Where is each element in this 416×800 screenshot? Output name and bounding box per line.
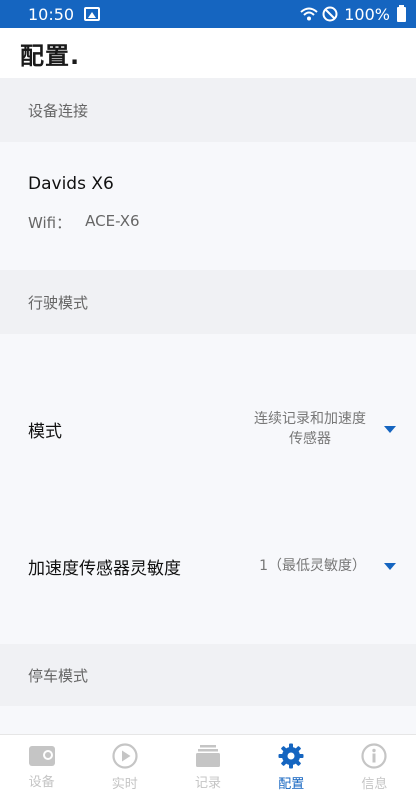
driving-settings (0, 334, 416, 644)
nav-item-info[interactable]: 信息 (333, 735, 416, 800)
section-title-driving: 行驶模式 (28, 293, 89, 312)
status-time: 10:50 (28, 4, 75, 24)
sensitivity-value: 1（最低灵敏度） (259, 558, 366, 574)
status-right: 100% (300, 4, 406, 24)
section-title-device: 设备连接 (28, 101, 89, 120)
nav-item-device[interactable]: 设备 (0, 735, 83, 800)
page-title: 配置. (20, 41, 81, 70)
nav-item-live[interactable]: 实时 (83, 735, 166, 800)
app-header: 配置. (0, 28, 416, 78)
device-icon (28, 746, 55, 766)
status-bar: 10:50 100% (0, 0, 416, 28)
nav-item-config[interactable]: 配置 (250, 735, 333, 800)
section-header-parking: 停车模式 (0, 644, 416, 706)
bottom-nav: 设备 实时 记录 配置 信息 (0, 734, 416, 800)
records-icon (196, 745, 220, 767)
wifi-value: ACE-X6 (85, 212, 140, 230)
mode-label: 模式 (28, 421, 62, 442)
nav-label-info: 信息 (361, 777, 388, 792)
chevron-down-icon (384, 425, 396, 433)
gear-icon (278, 743, 304, 769)
mode-value: 连续记录和加速度 传感器 (254, 409, 366, 449)
nav-label-live: 实时 (111, 777, 138, 792)
mode-dropdown[interactable]: 模式 连续记录和加速度 传感器 (0, 400, 416, 458)
wifi-row: Wifi： ACE-X6 (28, 212, 140, 233)
section-header-device: 设备连接 (0, 78, 416, 142)
nav-item-records[interactable]: 记录 (166, 735, 249, 800)
chevron-down-icon (384, 562, 396, 570)
parking-settings (0, 706, 416, 734)
nav-label-config: 配置 (278, 777, 305, 792)
sensitivity-label: 加速度传感器灵敏度 (28, 558, 181, 579)
play-icon (112, 743, 138, 769)
image-notification-icon (84, 7, 101, 21)
do-not-disturb-icon (322, 6, 338, 22)
device-name: Davids X6 (28, 174, 114, 194)
mode-value-line2: 传感器 (289, 431, 331, 447)
battery-percent: 100% (344, 4, 390, 24)
battery-icon (397, 4, 406, 22)
device-card[interactable]: Davids X6 Wifi： ACE-X6 (0, 142, 416, 270)
info-icon (361, 743, 388, 769)
section-header-driving: 行驶模式 (0, 270, 416, 334)
section-title-parking: 停车模式 (28, 666, 89, 685)
nav-label-records: 记录 (195, 776, 222, 791)
wifi-icon (300, 7, 318, 21)
sensitivity-dropdown[interactable]: 加速度传感器灵敏度 1（最低灵敏度） (0, 544, 416, 588)
wifi-label: Wifi： (28, 214, 72, 232)
nav-label-device: 设备 (28, 775, 55, 790)
mode-value-line1: 连续记录和加速度 (254, 411, 366, 427)
